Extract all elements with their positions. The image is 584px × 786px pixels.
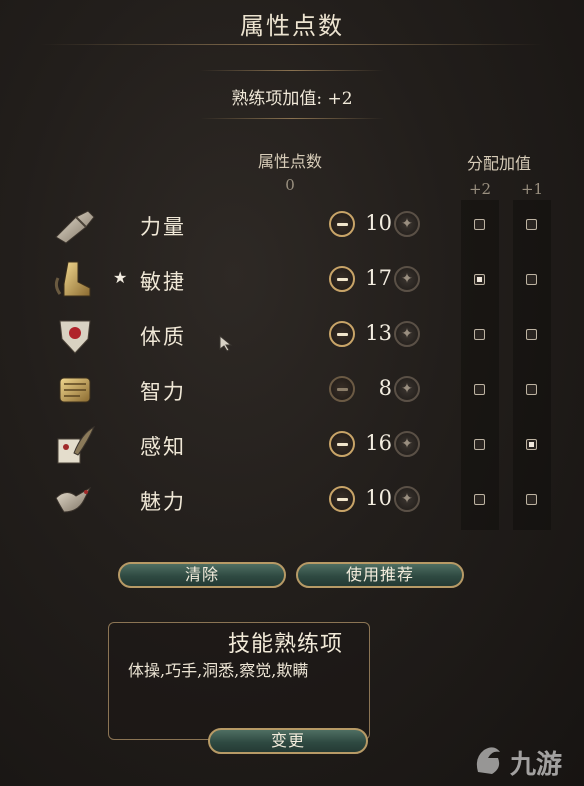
attribute-value: 8 <box>378 376 392 400</box>
increase-button[interactable]: ✦ <box>394 266 420 292</box>
plus2-checkbox[interactable] <box>474 439 485 450</box>
attribute-row: 智力 8 ✦ <box>0 364 584 420</box>
charisma-bird-icon <box>52 478 98 522</box>
decrease-button[interactable] <box>329 211 355 237</box>
attribute-row: ★ 敏捷 17 ✦ <box>0 254 584 310</box>
top-ornament-line <box>40 44 544 45</box>
increase-button[interactable]: ✦ <box>394 211 420 237</box>
minus-icon <box>336 387 348 391</box>
plus-icon: ✦ <box>401 326 413 342</box>
minus-icon <box>336 332 348 336</box>
bonus-ornament-top <box>200 70 384 71</box>
plus-icon: ✦ <box>401 491 413 507</box>
attribute-name: 魅力 <box>140 490 186 514</box>
plus2-checkbox[interactable] <box>474 384 485 395</box>
increase-button[interactable]: ✦ <box>394 486 420 512</box>
watermark-text: 九游 <box>510 750 563 780</box>
increase-button[interactable]: ✦ <box>394 431 420 457</box>
page-title: 属性点数 <box>240 12 344 40</box>
attribute-value: 10 <box>365 211 392 235</box>
decrease-button[interactable] <box>329 266 355 292</box>
points-remaining: 0 <box>285 176 295 194</box>
plus1-checkbox[interactable] <box>526 274 537 285</box>
decrease-button[interactable] <box>329 486 355 512</box>
cursor-icon <box>219 334 233 352</box>
attribute-value: 17 <box>365 266 392 290</box>
attribute-row: 感知 16 ✦ <box>0 419 584 475</box>
minus-icon <box>336 222 348 226</box>
skill-list: 体操,巧手,洞悉,察觉,欺瞒 <box>128 661 309 680</box>
intelligence-scroll-icon <box>52 368 98 412</box>
increase-button[interactable]: ✦ <box>394 376 420 402</box>
constitution-shield-icon <box>52 313 98 357</box>
plus1-checkbox[interactable] <box>526 384 537 395</box>
attribute-value: 10 <box>365 486 392 510</box>
plus2-checkbox[interactable] <box>474 329 485 340</box>
use-recommended-button[interactable]: 使用推荐 <box>296 562 464 588</box>
decrease-button[interactable] <box>329 431 355 457</box>
bonus-ornament-bottom <box>200 118 384 119</box>
plus-icon: ✦ <box>401 216 413 232</box>
increase-button[interactable]: ✦ <box>394 321 420 347</box>
strength-gauntlet-icon <box>52 203 98 247</box>
attribute-name: 力量 <box>140 215 186 239</box>
bonus-col-plus2: +2 <box>468 180 492 198</box>
attribute-value: 16 <box>365 431 392 455</box>
minus-icon <box>336 277 348 281</box>
plus1-checkbox[interactable] <box>526 329 537 340</box>
decrease-button[interactable] <box>329 321 355 347</box>
attribute-name: 体质 <box>140 325 186 349</box>
points-header: 属性点数 <box>257 152 322 171</box>
attribute-name: 感知 <box>140 435 186 459</box>
decrease-button[interactable] <box>329 376 355 402</box>
change-button[interactable]: 变更 <box>208 728 368 754</box>
plus-icon: ✦ <box>401 271 413 287</box>
plus1-checkbox[interactable] <box>526 439 537 450</box>
plus-icon: ✦ <box>401 436 413 452</box>
skill-panel-title: 技能熟练项 <box>228 632 344 657</box>
watermark-logo: 九游 <box>470 740 580 784</box>
plus1-checkbox[interactable] <box>526 219 537 230</box>
dexterity-boot-icon <box>52 258 98 302</box>
attribute-value: 13 <box>365 321 392 345</box>
attribute-row: 力量 10 ✦ <box>0 199 584 255</box>
plus-icon: ✦ <box>401 381 413 397</box>
attribute-row: 魅力 10 ✦ <box>0 474 584 530</box>
wisdom-feather-icon <box>52 423 98 467</box>
plus2-checkbox[interactable] <box>474 219 485 230</box>
bonus-header: 分配加值 <box>466 154 531 173</box>
attribute-name: 智力 <box>140 380 186 404</box>
minus-icon <box>336 497 348 501</box>
plus2-checkbox[interactable] <box>474 494 485 505</box>
plus1-checkbox[interactable] <box>526 494 537 505</box>
bonus-col-plus1: +1 <box>520 180 544 198</box>
attribute-name: 敏捷 <box>140 270 186 294</box>
attribute-row: 体质 13 ✦ <box>0 309 584 365</box>
clear-button[interactable]: 清除 <box>118 562 286 588</box>
proficiency-bonus: 熟练项加值: +2 <box>231 89 353 109</box>
primary-stat-star-icon: ★ <box>113 268 128 287</box>
minus-icon <box>336 442 348 446</box>
plus2-checkbox[interactable] <box>474 274 485 285</box>
